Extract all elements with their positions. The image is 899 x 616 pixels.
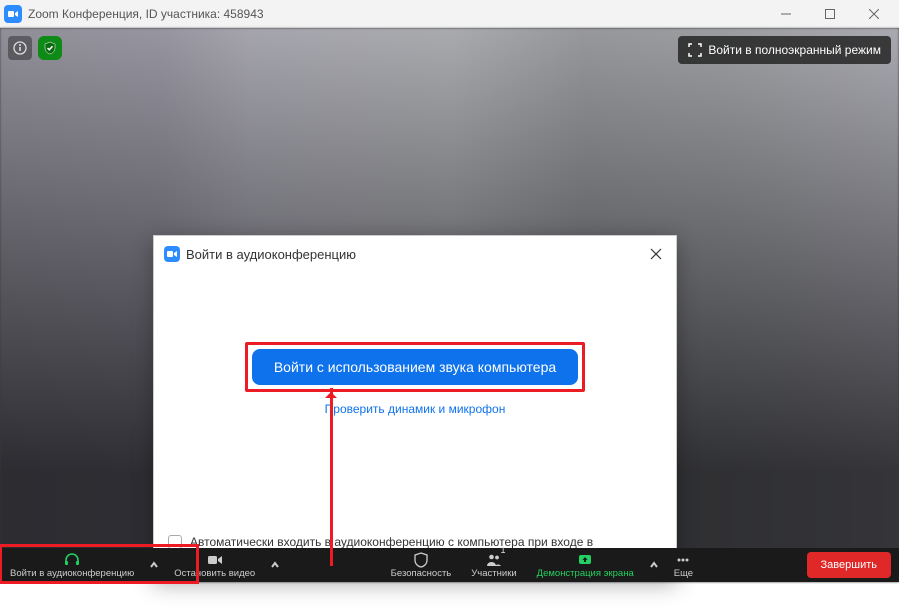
close-button[interactable] bbox=[859, 4, 889, 24]
video-icon bbox=[207, 552, 223, 568]
share-screen-button[interactable]: Демонстрация экрана bbox=[527, 548, 644, 582]
dialog-close-button[interactable] bbox=[646, 244, 666, 264]
audio-control-group: Войти в аудиоконференцию bbox=[0, 548, 164, 582]
participants-label: Участники bbox=[471, 569, 516, 579]
end-meeting-button[interactable]: Завершить bbox=[807, 552, 891, 578]
video-menu-chevron[interactable] bbox=[265, 548, 285, 582]
info-icon[interactable] bbox=[8, 36, 32, 60]
more-icon bbox=[675, 552, 691, 568]
join-audio-label: Войти в аудиоконференцию bbox=[10, 569, 134, 579]
zoom-dialog-icon bbox=[164, 246, 180, 262]
window-title: Zoom Конференция, ID участника: 458943 bbox=[28, 7, 771, 21]
share-screen-label: Демонстрация экрана bbox=[537, 569, 634, 579]
more-label: Еще bbox=[674, 569, 693, 579]
dialog-title: Войти в аудиоконференцию bbox=[186, 247, 646, 262]
dialog-header: Войти в аудиоконференцию bbox=[154, 236, 676, 272]
encryption-shield-icon[interactable] bbox=[38, 36, 62, 60]
fullscreen-label: Войти в полноэкранный режим bbox=[708, 43, 881, 57]
window-controls bbox=[771, 4, 889, 24]
stop-video-button[interactable]: Остановить видео bbox=[164, 548, 265, 582]
dialog-body: Войти с использованием звука компьютера … bbox=[154, 272, 676, 524]
more-button[interactable]: Еще bbox=[664, 548, 703, 582]
join-audio-button[interactable]: Войти в аудиоконференцию bbox=[0, 548, 144, 582]
join-computer-audio-button[interactable]: Войти с использованием звука компьютера bbox=[252, 349, 578, 385]
auto-join-checkbox[interactable] bbox=[168, 535, 182, 549]
audio-menu-chevron[interactable] bbox=[144, 548, 164, 582]
video-area: Войти в полноэкранный режим Войти в ауди… bbox=[0, 28, 899, 582]
annotation-highlight: Войти с использованием звука компьютера bbox=[245, 342, 585, 392]
maximize-button[interactable] bbox=[815, 4, 845, 24]
top-left-badges bbox=[8, 36, 62, 60]
participants-count: 1 bbox=[501, 546, 506, 555]
window-titlebar: Zoom Конференция, ID участника: 458943 bbox=[0, 0, 899, 28]
end-meeting-label: Завершить bbox=[821, 559, 877, 571]
participants-button[interactable]: 1 Участники bbox=[461, 548, 526, 582]
zoom-app-icon bbox=[4, 5, 22, 23]
headphones-icon bbox=[64, 552, 80, 568]
shield-icon bbox=[413, 552, 429, 568]
audio-join-dialog: Войти в аудиоконференцию Войти с использ… bbox=[153, 235, 677, 581]
fullscreen-icon bbox=[688, 43, 702, 57]
fullscreen-button[interactable]: Войти в полноэкранный режим bbox=[678, 36, 891, 64]
minimize-button[interactable] bbox=[771, 4, 801, 24]
security-label: Безопасность bbox=[391, 569, 452, 579]
stop-video-label: Остановить видео bbox=[174, 569, 255, 579]
share-screen-icon bbox=[577, 552, 593, 568]
share-menu-chevron[interactable] bbox=[644, 548, 664, 582]
test-speaker-mic-link[interactable]: Проверить динамик и микрофон bbox=[325, 402, 506, 416]
security-button[interactable]: Безопасность bbox=[381, 548, 462, 582]
meeting-toolbar: Войти в аудиоконференцию Остановить виде… bbox=[0, 548, 899, 582]
